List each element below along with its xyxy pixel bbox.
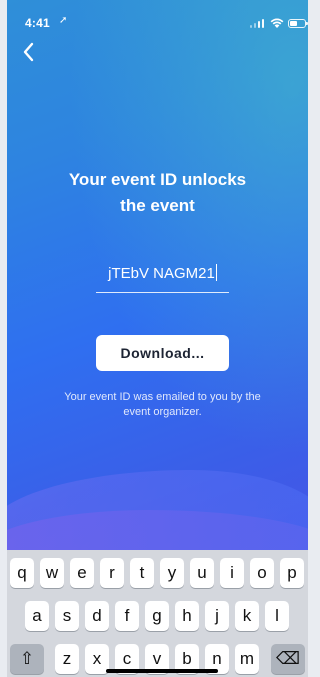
download-button[interactable]: Download... [96,335,229,371]
key-d[interactable]: d [85,601,109,631]
key-m[interactable]: m [235,644,259,674]
key-g[interactable]: g [145,601,169,631]
key-q[interactable]: q [10,558,34,588]
key-y[interactable]: y [160,558,184,588]
event-id-field[interactable]: jTEbV NAGM21 [96,257,229,293]
key-e[interactable]: e [70,558,94,588]
location-arrow-icon: ➚ [59,15,68,26]
key-j[interactable]: j [205,601,229,631]
key-l[interactable]: l [265,601,289,631]
status-bar: 4:41 ➚ [7,0,308,34]
key-k[interactable]: k [235,601,259,631]
back-button[interactable] [22,42,42,64]
event-id-value: jTEbV NAGM21 [108,265,215,282]
key-t[interactable]: t [130,558,154,588]
key-z[interactable]: z [55,644,79,674]
onscreen-keyboard: q w e r t y u i o p a s d f g h j k l ⇧ z x c v b n m ⌫ [7,550,308,677]
cellular-signal-icon [250,19,264,28]
title-line-1: Your event ID unlocks [68,170,247,189]
chevron-left-icon [23,42,34,62]
key-f[interactable]: f [115,601,139,631]
app-screen: 4:41 ➚ Your event ID unlocks the event j… [0,0,313,677]
key-u[interactable]: u [190,558,214,588]
title-line-2: the event [120,196,195,215]
key-a[interactable]: a [25,601,49,631]
backspace-key[interactable]: ⌫ [271,644,305,674]
key-i[interactable]: i [220,558,244,588]
page-title: Your event ID unlocks the event [7,167,308,219]
key-w[interactable]: w [40,558,64,588]
shift-key[interactable]: ⇧ [10,644,44,674]
wifi-icon [270,16,284,28]
key-h[interactable]: h [175,601,199,631]
text-caret [215,264,217,281]
key-s[interactable]: s [55,601,79,631]
key-o[interactable]: o [250,558,274,588]
battery-icon [288,19,308,28]
helper-text: Your event ID was emailed to you by the … [64,391,261,418]
key-r[interactable]: r [100,558,124,588]
event-id-input[interactable]: jTEbV NAGM21 [96,264,229,282]
key-p[interactable]: p [280,558,304,588]
status-time: 4:41 [25,16,50,30]
home-indicator[interactable] [106,669,218,673]
